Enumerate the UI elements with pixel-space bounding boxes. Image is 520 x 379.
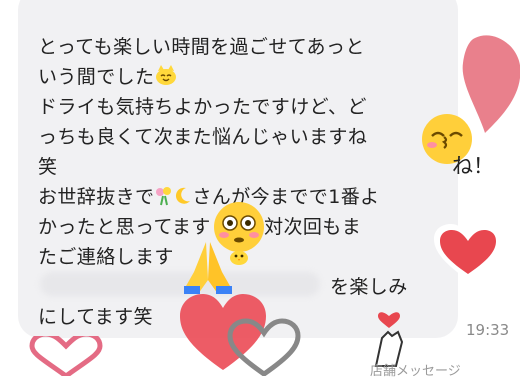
crescent-moon-emoji-icon bbox=[174, 186, 192, 211]
outline-heart-sticker bbox=[227, 318, 301, 376]
message-line-8: たご連絡します bbox=[38, 246, 174, 268]
message-timestamp: 19:33 bbox=[466, 321, 510, 339]
red-heart-sticker bbox=[434, 224, 502, 280]
message-line-7: かったと思ってます 絶対次回もま bbox=[38, 212, 361, 239]
message-line-5: 笑 bbox=[38, 156, 58, 178]
message-line-1: とっても楽しい時間を過ごせてあっと bbox=[38, 36, 365, 58]
praying-hands-emoji-icon bbox=[184, 242, 232, 294]
message-line-3: ドライも気持ちよかったですけど、ど bbox=[38, 96, 367, 118]
flower-bouquet-emoji-icon bbox=[154, 186, 174, 211]
message-line-10: にしてます笑 bbox=[38, 306, 153, 328]
message-line-2-text: いう間でした bbox=[38, 66, 155, 88]
message-line-4: っちも良くて次また悩んじゃいますね bbox=[38, 126, 368, 148]
finger-heart-sticker bbox=[374, 312, 404, 367]
message-line-2: いう間でした bbox=[38, 62, 178, 91]
smile-cat-emoji-icon bbox=[154, 64, 178, 91]
message-line-7a-text: かったと思ってます bbox=[38, 216, 211, 238]
chick-emoji-icon bbox=[230, 251, 248, 265]
message-line-6: お世辞抜きで さんが今までで1番よ bbox=[38, 182, 380, 211]
ne-handwritten-text: ね！ bbox=[452, 154, 494, 178]
message-line-6a-text: お世辞抜きで bbox=[38, 186, 155, 208]
pink-outline-heart-sticker bbox=[29, 336, 103, 376]
message-line-9: を楽しみ bbox=[330, 276, 408, 298]
